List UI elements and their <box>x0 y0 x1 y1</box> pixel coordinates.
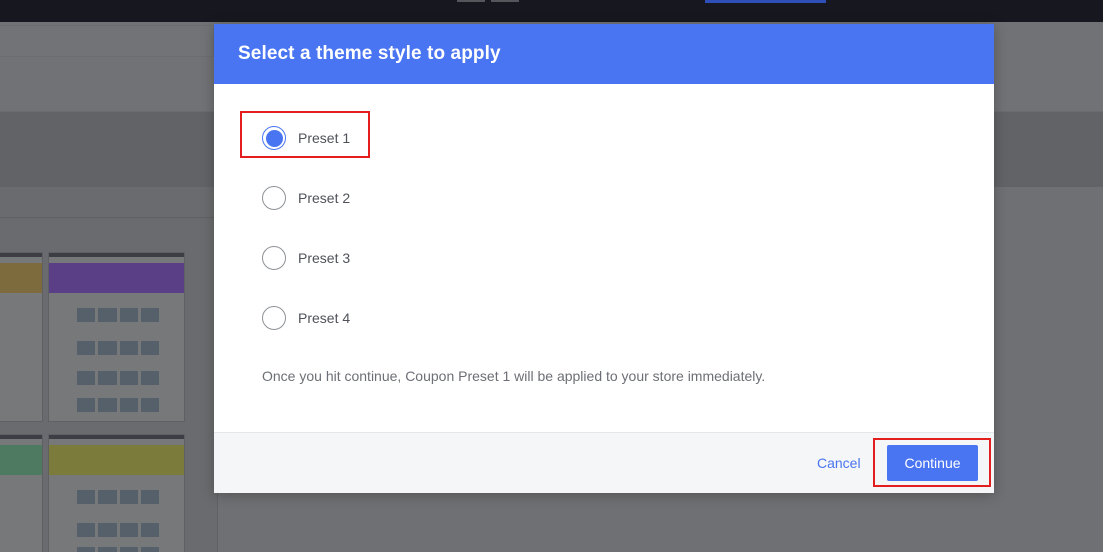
preset-4-label[interactable]: Preset 4 <box>298 310 350 326</box>
thumbnail-row <box>77 398 159 412</box>
thumbnail-strip <box>0 253 42 257</box>
toolbar-button <box>457 0 485 2</box>
dialog-title: Select a theme style to apply <box>238 43 501 64</box>
panel-divider <box>0 217 218 218</box>
radio-dot <box>265 129 283 147</box>
primary-action-button <box>705 0 826 3</box>
thumbnail-hero <box>49 445 184 475</box>
thumbnail-row <box>77 523 159 537</box>
radio-unchecked-icon[interactable] <box>262 306 286 330</box>
app-topbar <box>0 0 1103 22</box>
thumbnail-strip <box>0 435 42 439</box>
theme-thumbnail <box>0 252 43 422</box>
thumbnail-hero <box>49 263 184 293</box>
dialog-header: Select a theme style to apply <box>214 24 994 84</box>
preset-3-label[interactable]: Preset 3 <box>298 250 350 266</box>
thumbnail-row <box>77 371 159 385</box>
theme-thumbnail <box>48 434 185 552</box>
radio-checked-icon[interactable] <box>262 126 286 150</box>
cancel-button[interactable]: Cancel <box>817 455 861 471</box>
thumbnail-hero <box>0 445 42 475</box>
toolbar-button <box>491 0 519 2</box>
preset-4-option[interactable]: Preset 4 <box>262 306 350 330</box>
thumbnail-strip <box>49 435 184 439</box>
theme-style-dialog: Select a theme style to apply Preset 1 P… <box>214 24 994 493</box>
dialog-footer: Cancel Continue <box>214 432 994 493</box>
preset-2-label[interactable]: Preset 2 <box>298 190 350 206</box>
radio-unchecked-icon[interactable] <box>262 186 286 210</box>
apply-note: Once you hit continue, Coupon Preset 1 w… <box>262 368 766 384</box>
radio-unchecked-icon[interactable] <box>262 246 286 270</box>
preset-2-option[interactable]: Preset 2 <box>262 186 350 210</box>
thumbnail-row <box>77 547 159 552</box>
preset-1-label[interactable]: Preset 1 <box>298 130 350 146</box>
theme-thumbnail <box>0 434 43 552</box>
thumbnail-hero <box>0 263 42 293</box>
thumbnail-strip <box>49 253 184 257</box>
thumbnail-row <box>77 308 159 322</box>
header-field <box>0 25 214 57</box>
continue-button[interactable]: Continue <box>887 445 978 481</box>
thumbnail-row <box>77 341 159 355</box>
theme-thumbnail <box>48 252 185 422</box>
preset-1-option[interactable]: Preset 1 <box>262 126 350 150</box>
thumbnail-row <box>77 490 159 504</box>
preset-3-option[interactable]: Preset 3 <box>262 246 350 270</box>
